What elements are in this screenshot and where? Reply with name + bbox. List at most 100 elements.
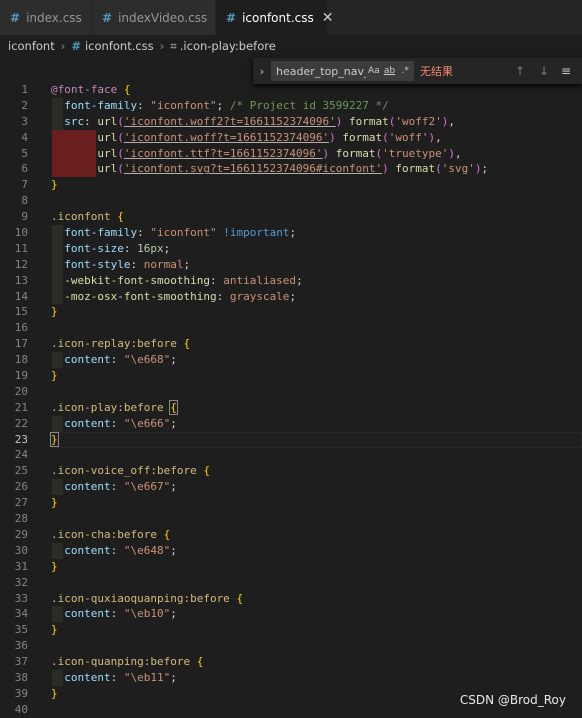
code-line[interactable]: 7} [0, 177, 582, 193]
find-input-box[interactable]: header_top_nav_ri Aa ab .* [271, 61, 414, 81]
code-line[interactable]: 20 [0, 384, 582, 400]
tab-iconfont-css[interactable]: # iconfont.css ✕ [216, 0, 333, 35]
line-number: 20 [14, 384, 28, 398]
line-number: 14 [14, 289, 28, 303]
breadcrumb-symbol[interactable]: .icon-play:before [180, 39, 276, 53]
code-line[interactable]: 27} [0, 495, 582, 511]
code-token: ; [289, 226, 297, 240]
code-token: : [84, 114, 98, 128]
line-number: 28 [14, 512, 28, 526]
editor-tab-bar: # index.css # indexVideo.css # iconfont.… [0, 0, 582, 35]
code-token: : [130, 257, 144, 271]
toggle-replace-chevron-icon[interactable]: › [253, 65, 271, 78]
code-token: ; [481, 162, 489, 176]
match-case-icon[interactable]: Aa [366, 66, 382, 76]
code-line[interactable]: 14 -moz-osx-font-smoothing: grayscale; [0, 288, 582, 305]
line-text: src: url('iconfont.woff2?t=1661152374096… [51, 114, 455, 130]
line-number: 24 [14, 448, 28, 462]
line-text: -webkit-font-smoothing: antialiased; [51, 273, 302, 289]
code-token: "iconfont" [150, 98, 217, 112]
line-number: 36 [14, 639, 28, 653]
tab-index-css[interactable]: # index.css [0, 0, 92, 35]
line-text: .icon-voice_off:before { [51, 463, 210, 479]
code-line[interactable]: 10 font-family: "iconfont" !important; [0, 225, 582, 241]
regex-icon[interactable]: .* [397, 66, 413, 76]
code-line[interactable]: 13 -webkit-font-smoothing: antialiased; [0, 272, 582, 289]
line-text: .icon-quanping:before { [51, 654, 203, 670]
line-text: @font-face { [51, 82, 130, 98]
code-line[interactable]: 6 url('iconfont.svg?t=1661152374096#icon… [0, 161, 582, 178]
code-line[interactable]: 3 src: url('iconfont.woff2?t=16611523740… [0, 113, 582, 130]
code-token: 'iconfont.ttf?t=1661152374096' [123, 146, 323, 160]
code-token: antialiased [223, 273, 297, 287]
code-line[interactable]: 37 .icon-quanping:before { [0, 654, 582, 670]
selector-symbol-icon: ⌗ [170, 38, 177, 53]
code-token: -moz-osx-font-smoothing [64, 289, 217, 303]
code-line[interactable]: 4 url('iconfont.woff?t=1661152374096') f… [0, 129, 582, 146]
line-number: 38 [14, 670, 28, 684]
code-line[interactable]: 16 [0, 320, 582, 336]
find-input[interactable]: header_top_nav_ri [272, 65, 366, 78]
find-in-selection-icon[interactable]: ≡ [556, 64, 576, 78]
code-line[interactable]: 22 content: "\e666"; [0, 415, 582, 432]
code-token: font-size [64, 241, 124, 255]
code-token: { [123, 83, 131, 96]
code-line[interactable]: 23} [0, 431, 582, 448]
code-token: 'iconfont.woff?t=1661152374096' [123, 130, 330, 144]
line-number: 27 [14, 496, 28, 510]
code-line[interactable]: 36 [0, 638, 582, 654]
tab-label: iconfont.css [242, 10, 314, 25]
code-token: .icon-play:before [51, 400, 164, 414]
code-line[interactable]: 30 content: "\e648"; [0, 542, 582, 559]
code-token: } [51, 178, 58, 192]
code-line[interactable]: 1 @font-face { [0, 82, 582, 98]
line-text: font-style: normal; [51, 257, 190, 273]
previous-match-arrow-icon[interactable]: ↑ [508, 64, 532, 78]
next-match-arrow-icon[interactable]: ↓ [532, 64, 556, 78]
code-line[interactable]: 35} [0, 622, 582, 638]
code-line[interactable]: 8 [0, 193, 582, 209]
line-number: 37 [14, 655, 28, 669]
code-token: "\eb11" [123, 670, 171, 684]
code-line[interactable]: 11 font-size: 16px; [0, 240, 582, 257]
tab-label: indexVideo.css [118, 10, 208, 25]
code-token: } [51, 496, 58, 510]
code-line[interactable]: 31} [0, 559, 582, 575]
code-line[interactable]: 29 .icon-cha:before { [0, 527, 582, 543]
code-line[interactable]: 28 [0, 511, 582, 527]
code-line[interactable]: 32 [0, 575, 582, 591]
code-token: : [110, 416, 124, 430]
line-text: content: "\e648"; [51, 543, 177, 559]
code-line[interactable]: 24 [0, 447, 582, 463]
code-line[interactable]: 25 .icon-voice_off:before { [0, 463, 582, 479]
line-number: 34 [14, 607, 28, 621]
breadcrumb-file[interactable]: iconfont.css [85, 39, 154, 53]
code-line[interactable]: 5 url('iconfont.ttf?t=1661152374096') fo… [0, 145, 582, 162]
code-line[interactable]: 38 content: "\eb11"; [0, 669, 582, 686]
line-text: } [51, 559, 58, 575]
code-line[interactable]: 12 font-style: normal; [0, 256, 582, 273]
code-token: !important [223, 226, 290, 240]
code-token: .icon-replay:before [51, 337, 177, 351]
code-line[interactable]: 2 font-family: "iconfont"; /* Project id… [0, 97, 582, 114]
code-line[interactable]: 15} [0, 304, 582, 320]
whole-word-icon[interactable]: ab [382, 66, 398, 76]
code-line[interactable]: 9 .iconfont { [0, 209, 582, 225]
code-line[interactable]: 21 .icon-play:before { [0, 399, 582, 416]
code-token: : [110, 353, 124, 367]
code-editor[interactable]: 1 @font-face {2 font-family: "iconfont"; … [0, 82, 582, 718]
code-token: ( [117, 114, 124, 128]
code-line[interactable]: 34 content: "\eb10"; [0, 606, 582, 623]
code-line[interactable]: 18 content: "\e668"; [0, 352, 582, 369]
code-line[interactable]: 33 .icon-quxiaoquanping:before { [0, 591, 582, 607]
tab-indexvideo-css[interactable]: # indexVideo.css [92, 0, 216, 35]
code-line[interactable]: 19} [0, 368, 582, 384]
breadcrumb-folder[interactable]: iconfont [8, 39, 55, 53]
code-line[interactable]: 26 content: "\e667"; [0, 479, 582, 496]
close-tab-icon[interactable]: ✕ [322, 10, 334, 26]
css-file-icon: # [10, 10, 21, 25]
code-line[interactable]: 17 .icon-replay:before { [0, 336, 582, 352]
